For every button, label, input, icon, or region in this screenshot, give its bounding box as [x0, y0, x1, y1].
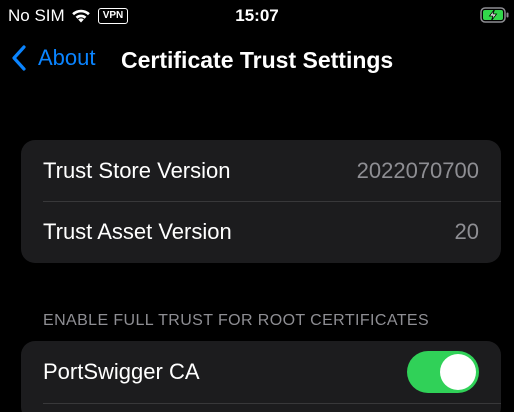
back-label: About [38, 45, 96, 70]
battery-charging-icon [480, 7, 509, 23]
toggle-knob [440, 354, 476, 390]
screen: No SIM VPN 15:07 About Certificate Trust… [0, 0, 514, 412]
divider [43, 403, 501, 404]
row-label: Trust Asset Version [43, 218, 232, 244]
row-value: 2022070700 [356, 157, 479, 183]
back-button[interactable]: About [10, 44, 96, 72]
certificate-row-portswigger: PortSwigger CA [21, 341, 501, 403]
page-title: Certificate Trust Settings [121, 47, 394, 73]
versions-group: Trust Store Version 2022070700 Trust Ass… [21, 140, 501, 263]
navigation-bar: About Certificate Trust Settings [0, 38, 514, 82]
clock: 15:07 [235, 6, 279, 25]
trust-asset-version-row: Trust Asset Version 20 [21, 201, 501, 262]
section-header: ENABLE FULL TRUST FOR ROOT CERTIFICATES [43, 312, 430, 329]
chevron-left-icon [12, 45, 26, 71]
trust-toggle[interactable] [407, 351, 479, 393]
trust-store-version-row: Trust Store Version 2022070700 [21, 140, 501, 201]
certificates-group: PortSwigger CA [21, 341, 501, 412]
certificate-label: PortSwigger CA [43, 359, 200, 384]
status-bar: No SIM VPN 15:07 [0, 0, 514, 32]
row-value: 20 [454, 218, 479, 244]
row-label: Trust Store Version [43, 157, 231, 183]
